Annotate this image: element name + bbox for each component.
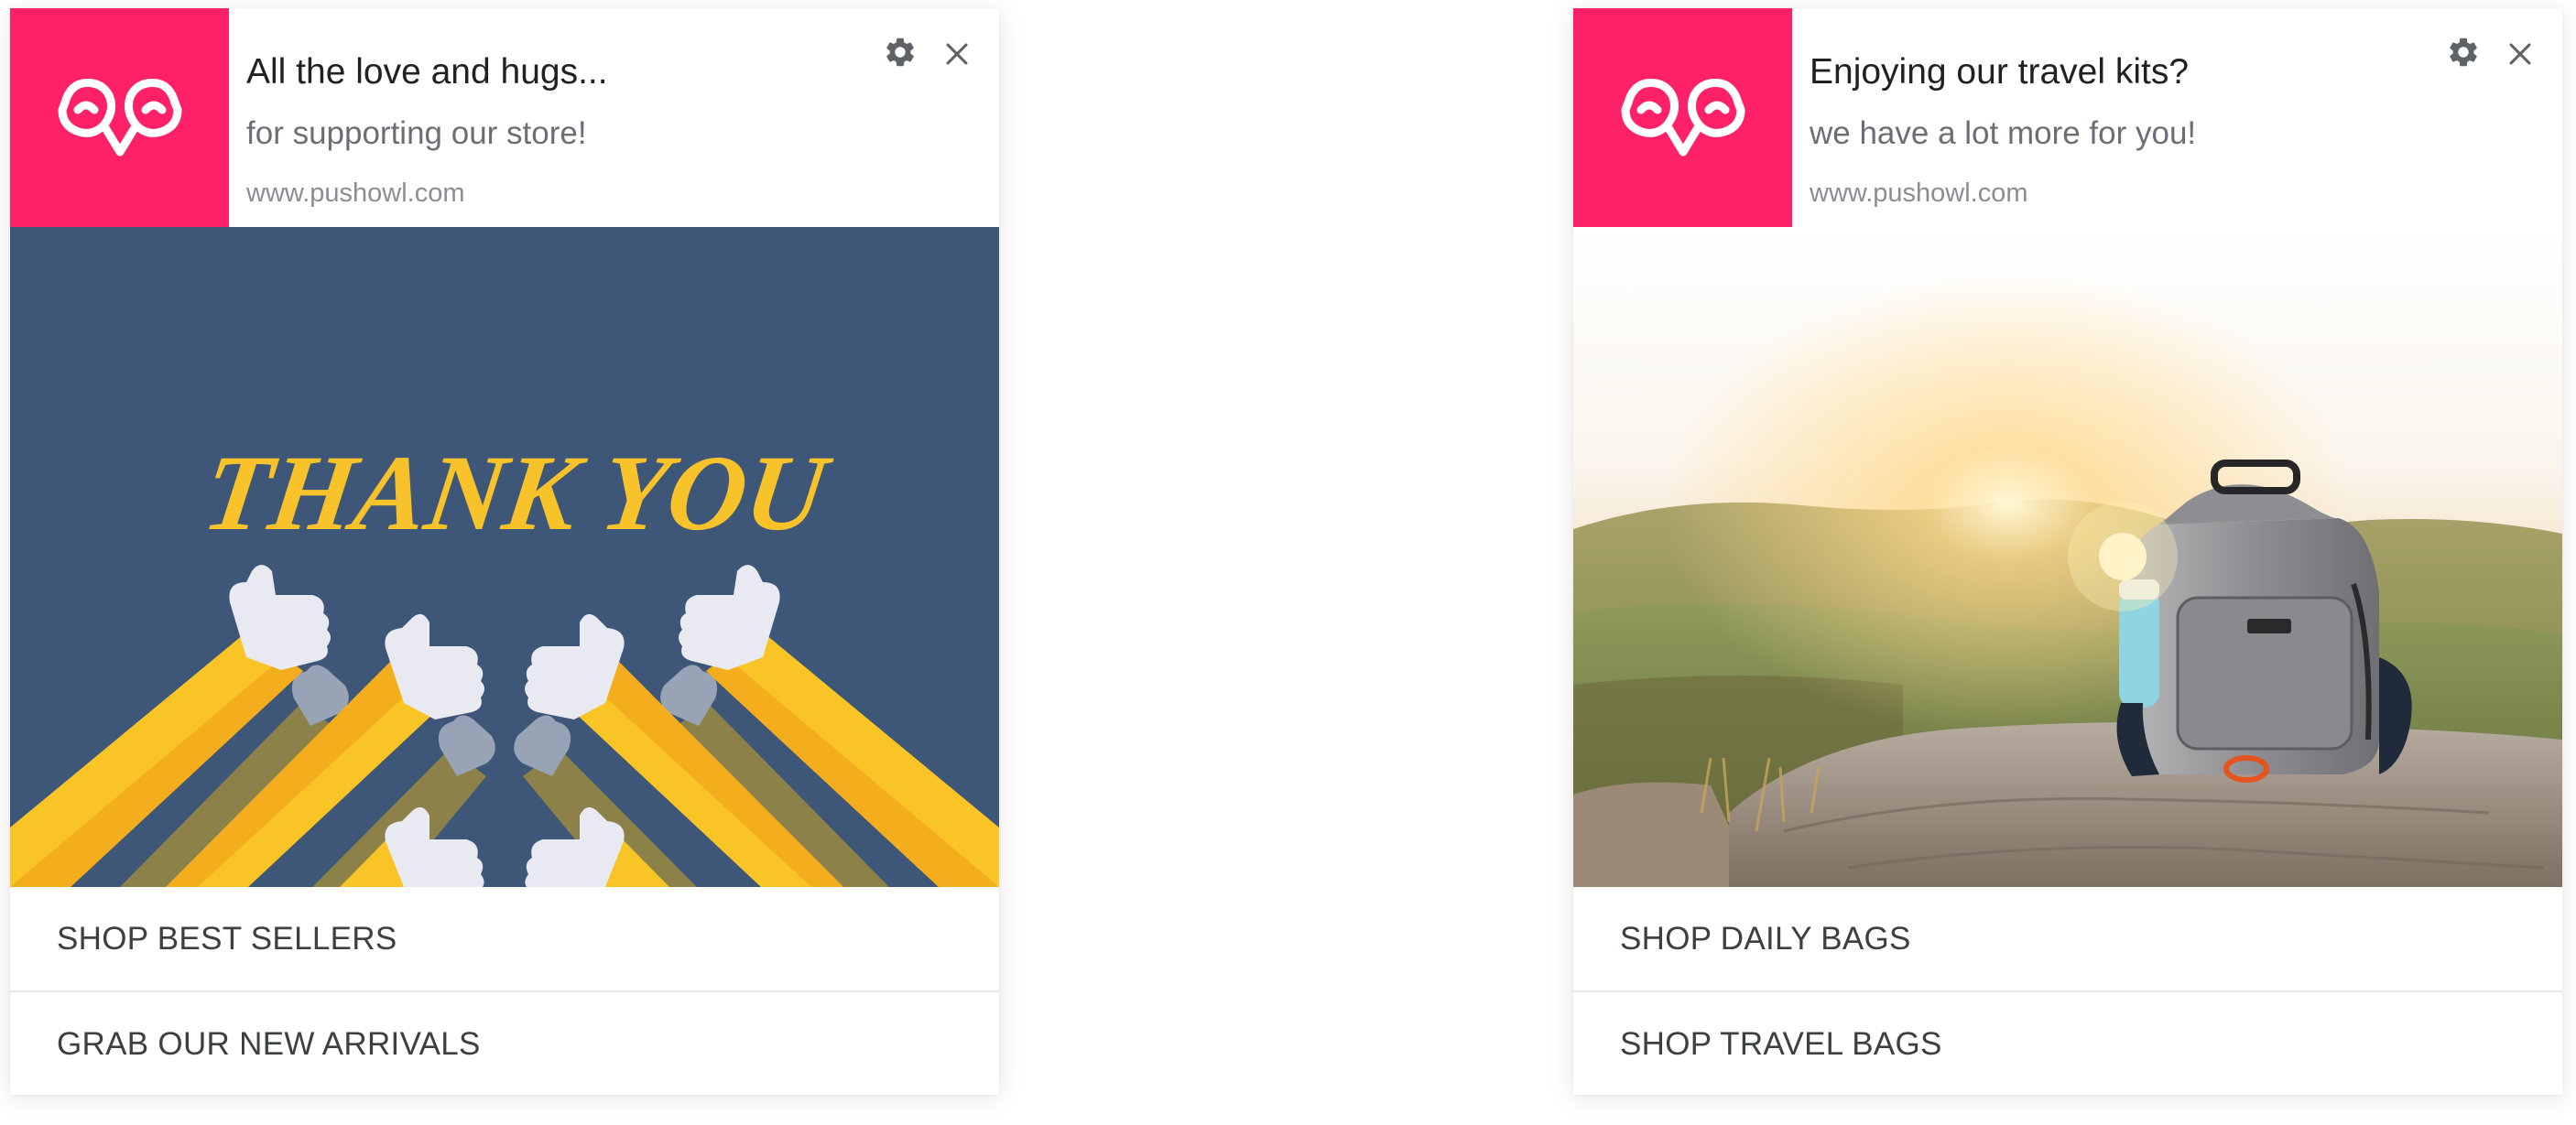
notification-header: Enjoying our travel kits? we have a lot … — [1573, 8, 2562, 227]
notification-actions: SHOP BEST SELLERS GRAB OUR NEW ARRIVALS — [10, 887, 999, 1095]
close-icon — [946, 43, 968, 65]
thank-you-text: THANK YOU — [197, 433, 838, 553]
push-notification-card[interactable]: Enjoying our travel kits? we have a lot … — [1573, 8, 2562, 1095]
action-button-shop-travel-bags[interactable]: SHOP TRAVEL BAGS — [1573, 990, 2562, 1095]
notification-domain: www.pushowl.com — [1810, 178, 2028, 208]
close-button[interactable] — [935, 32, 979, 76]
gear-icon — [886, 38, 914, 67]
notification-body: we have a lot more for you! — [1810, 115, 2197, 151]
thank-you-illustration: THANK YOU — [10, 227, 999, 887]
notification-title: All the love and hugs... — [246, 52, 608, 92]
action-button-shop-best-sellers[interactable]: SHOP BEST SELLERS — [10, 887, 999, 990]
notification-actions: SHOP DAILY BAGS SHOP TRAVEL BAGS — [1573, 887, 2562, 1095]
notification-header: All the love and hugs... for supporting … — [10, 8, 999, 227]
settings-button[interactable] — [2441, 30, 2485, 74]
settings-button[interactable] — [878, 30, 922, 74]
notification-title: Enjoying our travel kits? — [1810, 52, 2190, 92]
owl-logo-icon — [10, 8, 229, 227]
owl-logo-icon — [1573, 8, 1792, 227]
action-button-shop-daily-bags[interactable]: SHOP DAILY BAGS — [1573, 887, 2562, 990]
backpack-on-rock-photo — [1573, 227, 2562, 887]
close-button[interactable] — [2498, 32, 2542, 76]
gear-icon — [2450, 38, 2477, 67]
close-icon — [2509, 43, 2531, 65]
action-button-grab-new-arrivals[interactable]: GRAB OUR NEW ARRIVALS — [10, 990, 999, 1095]
notification-domain: www.pushowl.com — [246, 178, 465, 208]
notification-body: for supporting our store! — [246, 115, 587, 151]
push-notification-card[interactable]: All the love and hugs... for supporting … — [10, 8, 999, 1095]
